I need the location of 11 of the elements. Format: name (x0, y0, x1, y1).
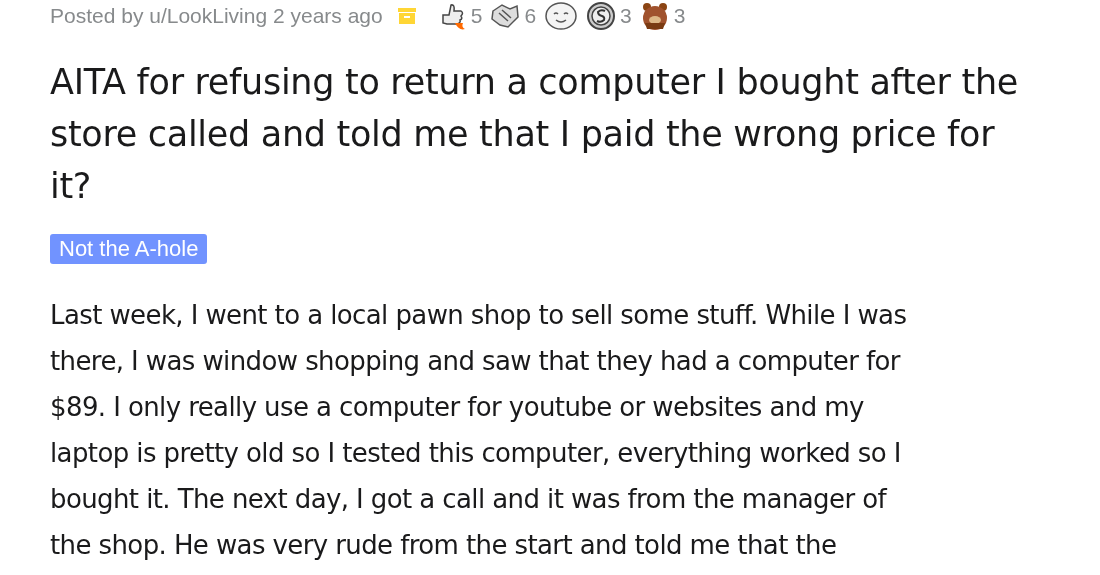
post-meta: Posted by u/LookLiving 2 years ago (50, 4, 383, 28)
award-count: 5 (470, 4, 483, 28)
coin-icon (586, 1, 617, 31)
post-title: AITA for refusing to return a computer I bought after the store called and told me that I paid the wrong price for it? (50, 61, 1020, 208)
flair-tag: Not the A-hole (50, 234, 208, 264)
award-count: 3 (673, 4, 686, 28)
award-count: 6 (524, 4, 537, 28)
archive-icon (396, 6, 417, 26)
smiley-icon (544, 1, 579, 31)
post-body: Last week, I went to a local pawn shop to sell some stuff. While I was there, I was window shopping and saw that they had a computer for $89. I only really use a computer for youtube or websites and my laptop is pretty old so I tested this computer, everything worked so I bought it. The next day, I got a call and it was from the manager of the shop. He was very rude from the start and told me that the (50, 299, 908, 562)
award-count: 3 (620, 4, 632, 28)
